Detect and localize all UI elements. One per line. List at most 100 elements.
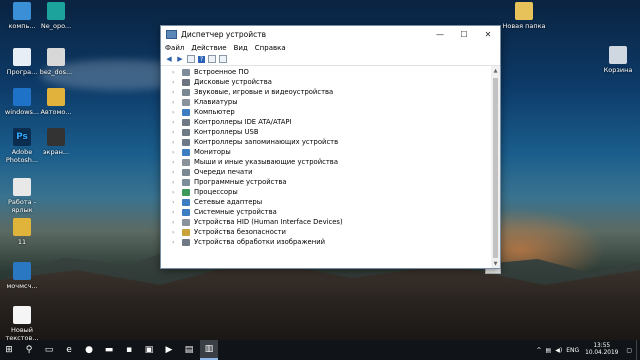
- explorer-icon[interactable]: ▬: [100, 340, 118, 360]
- device-manager-icon[interactable]: ▥: [200, 340, 218, 360]
- desktop-icon[interactable]: bez_dos...: [34, 48, 78, 76]
- toolbar: ◀ ▶ ?: [161, 53, 500, 66]
- minimize-button[interactable]: —: [428, 26, 452, 42]
- processor-icon: [182, 188, 190, 196]
- tree-item[interactable]: › Дисковые устройства: [161, 77, 490, 87]
- tree-item-label: Контроллеры IDE ATA/ATAPI: [194, 118, 292, 126]
- menu-help[interactable]: Справка: [255, 44, 286, 52]
- expand-chevron-icon[interactable]: ›: [172, 239, 182, 246]
- media-player-icon[interactable]: ▶: [160, 340, 178, 360]
- properties-icon[interactable]: [187, 55, 195, 63]
- desktop-icon-label: Работа - ярлык: [7, 198, 37, 214]
- vertical-scrollbar[interactable]: ▲ ▼: [491, 66, 500, 268]
- edge-icon[interactable]: e: [60, 340, 78, 360]
- tree-item[interactable]: › Устройства обработки изображений: [161, 237, 490, 247]
- tree-item[interactable]: › Компьютер: [161, 107, 490, 117]
- chrome-icon[interactable]: ●: [80, 340, 98, 360]
- photos-icon[interactable]: ▣: [140, 340, 158, 360]
- tree-item[interactable]: › Мыши и иные указывающие устройства: [161, 157, 490, 167]
- tree-item[interactable]: › Мониторы: [161, 147, 490, 157]
- tree-item[interactable]: › Звуковые, игровые и видеоустройства: [161, 87, 490, 97]
- close-button[interactable]: ✕: [476, 26, 500, 42]
- desktop-icon[interactable]: экран...: [34, 128, 78, 156]
- forward-arrow-icon[interactable]: ▶: [176, 55, 184, 63]
- expand-chevron-icon[interactable]: ›: [172, 229, 182, 236]
- show-desktop-button[interactable]: [636, 340, 640, 360]
- expand-chevron-icon[interactable]: ›: [172, 209, 182, 216]
- view-icon[interactable]: [208, 55, 216, 63]
- terminal-icon[interactable]: ▪: [120, 340, 138, 360]
- title-bar[interactable]: Диспетчер устройств — ☐ ✕: [161, 26, 500, 42]
- expand-chevron-icon[interactable]: ›: [172, 189, 182, 196]
- expand-chevron-icon[interactable]: ›: [172, 169, 182, 176]
- window-title: Диспетчер устройств: [181, 29, 267, 39]
- expand-chevron-icon[interactable]: ›: [172, 219, 182, 226]
- desktop-icon[interactable]: Новый текстов...: [0, 306, 44, 340]
- tree-item-label: Мыши и иные указывающие устройства: [194, 158, 338, 166]
- notepad-icon[interactable]: ▤: [180, 340, 198, 360]
- expand-chevron-icon[interactable]: ›: [172, 159, 182, 166]
- menu-action[interactable]: Действие: [191, 44, 226, 52]
- desktop-icon[interactable]: 11: [0, 218, 44, 246]
- tree-item-label: Устройства безопасности: [194, 228, 286, 236]
- desktop-icon-label: экран...: [42, 148, 70, 156]
- tree-item[interactable]: › Очереди печати: [161, 167, 490, 177]
- expand-chevron-icon[interactable]: ›: [172, 129, 182, 136]
- photoshop-icon: Ps: [13, 128, 31, 146]
- expand-chevron-icon[interactable]: ›: [172, 69, 182, 76]
- taskbar-items: ⊞ ⚲ ▭ e ● ▬ ▪ ▣ ▶ ▤ ▥: [0, 340, 220, 360]
- desktop-icon[interactable]: Автомо...: [34, 88, 78, 116]
- search-icon[interactable]: ⚲: [20, 340, 38, 360]
- file-icon: [47, 48, 65, 66]
- task-view-icon[interactable]: ▭: [40, 340, 58, 360]
- tree-item[interactable]: › Встроенное ПО: [161, 67, 490, 77]
- expand-chevron-icon[interactable]: ›: [172, 179, 182, 186]
- tree-item[interactable]: › Контроллеры USB: [161, 127, 490, 137]
- scrollbar-thumb[interactable]: [493, 78, 498, 258]
- desktop-icon[interactable]: Корзина: [596, 46, 640, 74]
- tree-item-label: Системные устройства: [194, 208, 277, 216]
- tree-item[interactable]: › Системные устройства: [161, 207, 490, 217]
- tree-item[interactable]: › Клавиатуры: [161, 97, 490, 107]
- network-icon[interactable]: ▤: [546, 347, 552, 354]
- expand-chevron-icon[interactable]: ›: [172, 149, 182, 156]
- device-tree[interactable]: › Встроенное ПО › Дисковые устройства › Звуко…: [161, 66, 490, 268]
- tree-item[interactable]: › Процессоры: [161, 187, 490, 197]
- back-arrow-icon[interactable]: ◀: [165, 55, 173, 63]
- tree-item[interactable]: › Устройства безопасности: [161, 227, 490, 237]
- storage-controller-icon: [182, 138, 190, 146]
- desktop-icon[interactable]: мочмсч...: [0, 262, 44, 290]
- desktop-icon[interactable]: Новая папка: [502, 2, 546, 30]
- scroll-up-icon[interactable]: ▲: [491, 66, 500, 75]
- device-manager-window[interactable]: Диспетчер устройств — ☐ ✕ Файл Действие …: [160, 25, 501, 269]
- clock[interactable]: 13:55 10.04.2019: [585, 343, 618, 357]
- desktop-icon[interactable]: Работа - ярлык: [0, 178, 44, 214]
- help-icon[interactable]: ?: [198, 55, 205, 63]
- security-icon: [182, 228, 190, 236]
- tree-item[interactable]: › Контроллеры запоминающих устройств: [161, 137, 490, 147]
- expand-chevron-icon[interactable]: ›: [172, 89, 182, 96]
- expand-chevron-icon[interactable]: ›: [172, 79, 182, 86]
- language-indicator[interactable]: ENG: [566, 347, 579, 354]
- expand-chevron-icon[interactable]: ›: [172, 139, 182, 146]
- media-icon: [13, 262, 31, 280]
- menu-view[interactable]: Вид: [234, 44, 248, 52]
- monitor-icon[interactable]: [219, 55, 227, 63]
- tree-item-label: Встроенное ПО: [194, 68, 249, 76]
- expand-chevron-icon[interactable]: ›: [172, 119, 182, 126]
- maximize-button[interactable]: ☐: [452, 26, 476, 42]
- mouse-icon: [182, 158, 190, 166]
- tree-item[interactable]: › Сетевые адаптеры: [161, 197, 490, 207]
- notifications-icon[interactable]: ▢: [626, 347, 632, 354]
- tree-item[interactable]: › Программные устройства: [161, 177, 490, 187]
- expand-chevron-icon[interactable]: ›: [172, 99, 182, 106]
- volume-icon[interactable]: ◀): [555, 347, 562, 354]
- desktop-icon[interactable]: Ne_opo...: [34, 2, 78, 30]
- menu-file[interactable]: Файл: [165, 44, 184, 52]
- tray-caret-icon[interactable]: ^: [537, 347, 542, 354]
- start-icon[interactable]: ⊞: [0, 340, 18, 360]
- tree-item[interactable]: › Контроллеры IDE ATA/ATAPI: [161, 117, 490, 127]
- expand-chevron-icon[interactable]: ›: [172, 109, 182, 116]
- tree-item[interactable]: › Устройства HID (Human Interface Devices…: [161, 217, 490, 227]
- scroll-down-icon[interactable]: ▼: [491, 259, 500, 268]
